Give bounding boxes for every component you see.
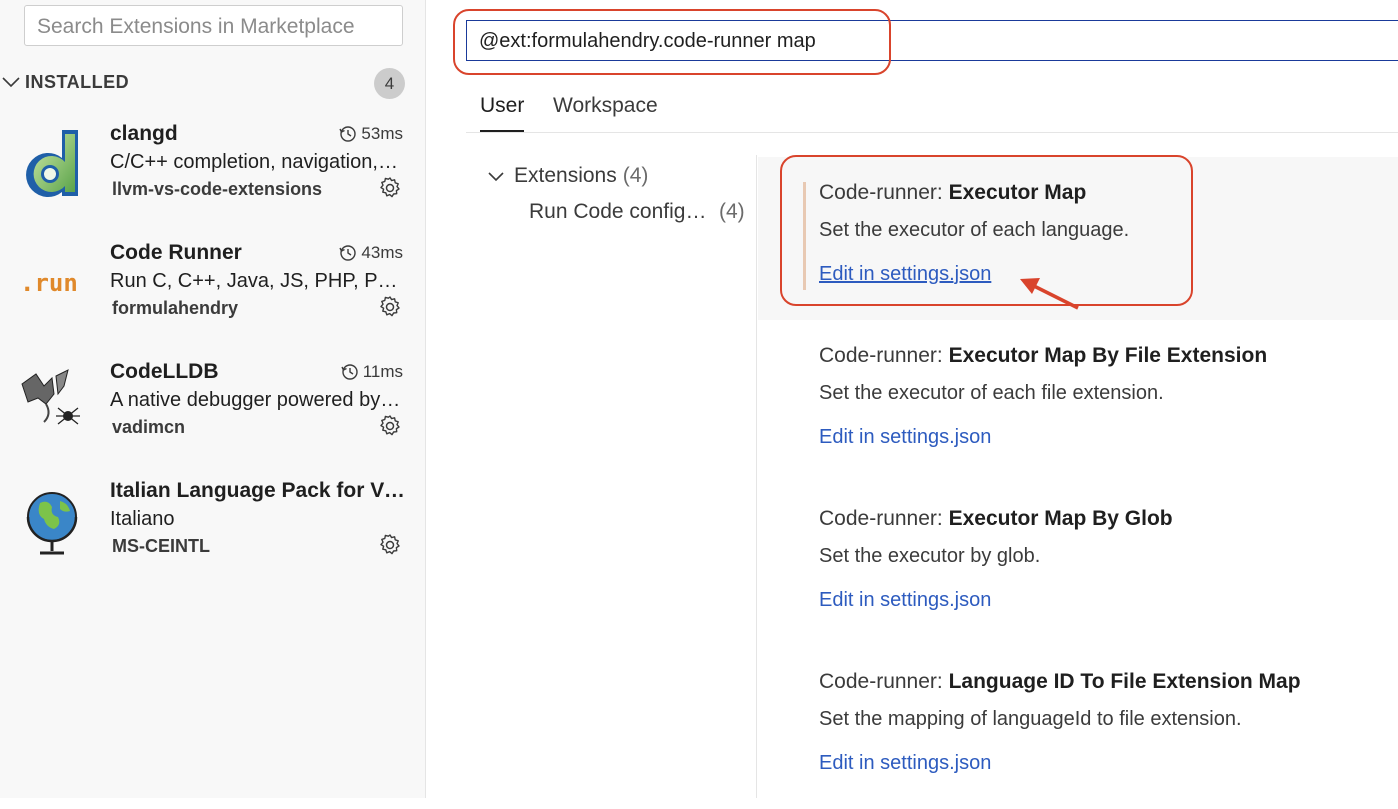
- extension-item-clangd[interactable]: clangd 53ms C/C++ completion, navigation…: [0, 120, 425, 230]
- activation-time-value: 43ms: [361, 243, 403, 262]
- edit-in-settings-json-link[interactable]: Edit in settings.json: [819, 589, 991, 612]
- settings-search-input[interactable]: @ext:formulahendry.code-runner map: [466, 20, 1398, 61]
- extension-publisher[interactable]: llvm-vs-code-extensions: [112, 179, 322, 200]
- extension-item-code-runner[interactable]: .run Code Runner 43ms Run C, C++, Java, …: [0, 239, 425, 349]
- toc-item-extensions[interactable]: Extensions (4): [486, 164, 648, 188]
- gear-icon[interactable]: [378, 533, 402, 557]
- setting-description: Set the executor of each language.: [819, 219, 1130, 241]
- activation-time: 43ms: [339, 243, 403, 263]
- setting-description: Set the mapping of languageId to file ex…: [819, 708, 1242, 730]
- extension-item-codelldb[interactable]: CodeLLDB 11ms A native debugger powered …: [0, 358, 425, 468]
- activation-time-value: 11ms: [362, 362, 403, 381]
- lldb-dragon-icon: [21, 369, 80, 425]
- extension-publisher[interactable]: formulahendry: [112, 298, 238, 319]
- annotation-arrow-icon: [1020, 278, 1079, 310]
- setting-language-id-to-file-extension-map[interactable]: Code-runner: Language ID To File Extensi…: [758, 646, 1398, 809]
- settings-scope-tabs: User Workspace: [466, 86, 1398, 133]
- extension-description: Run C, C++, Java, JS, PHP, Python, Perl,…: [110, 270, 402, 292]
- toc-sub-count: (4): [719, 200, 745, 223]
- chevron-down-icon: [488, 172, 504, 182]
- gear-icon[interactable]: [378, 414, 402, 438]
- history-icon: [341, 364, 358, 380]
- svg-text:.run: .run: [20, 269, 78, 297]
- installed-section-header[interactable]: INSTALLED 4: [0, 68, 425, 99]
- edit-in-settings-json-link[interactable]: Edit in settings.json: [819, 263, 991, 286]
- activation-time: 11ms: [341, 362, 403, 382]
- extension-description: Italiano: [110, 508, 175, 530]
- toc-group-count: (4): [622, 164, 649, 187]
- clangd-logo-icon: [26, 130, 78, 197]
- setting-title: Code-runner: Executor Map By Glob: [819, 507, 1173, 530]
- activation-time: 53ms: [339, 124, 403, 144]
- history-icon: [339, 245, 357, 261]
- globe-icon: [26, 492, 78, 555]
- edit-in-settings-json-link[interactable]: Edit in settings.json: [819, 426, 991, 449]
- focus-indicator-bar: [803, 182, 806, 290]
- setting-title: Code-runner: Executor Map: [819, 181, 1087, 204]
- setting-executor-map-by-file-extension[interactable]: Code-runner: Executor Map By File Extens…: [758, 320, 1398, 483]
- extension-publisher[interactable]: vadimcn: [112, 417, 185, 438]
- extension-name: Italian Language Pack for Visual Studio …: [110, 479, 406, 502]
- edit-in-settings-json-link[interactable]: Edit in settings.json: [819, 752, 991, 775]
- setting-description: Set the executor of each file extension.: [819, 382, 1164, 404]
- settings-editor: @ext:formulahendry.code-runner map User …: [426, 0, 1398, 798]
- gear-icon[interactable]: [378, 295, 402, 319]
- setting-description: Set the executor by glob.: [819, 545, 1041, 567]
- toc-sub-label: Run Code configuration: [529, 200, 713, 223]
- toc-group-label: Extensions: [514, 164, 617, 187]
- chevron-down-icon: [2, 77, 20, 88]
- toc-item-run-code-configuration[interactable]: Run Code configuration (4): [529, 200, 755, 224]
- extensions-search-input[interactable]: Search Extensions in Marketplace: [24, 5, 403, 46]
- tab-user[interactable]: User: [480, 94, 525, 132]
- extensions-sidebar: Search Extensions in Marketplace INSTALL…: [0, 0, 426, 798]
- installed-section-label: INSTALLED: [25, 72, 130, 92]
- extension-publisher[interactable]: MS-CEINTL: [112, 536, 210, 557]
- setting-executor-map-by-glob[interactable]: Code-runner: Executor Map By Glob Set th…: [758, 483, 1398, 646]
- extension-description: C/C++ completion, navigation, and insigh…: [110, 151, 402, 173]
- activation-time-value: 53ms: [361, 124, 403, 143]
- tab-workspace[interactable]: Workspace: [553, 94, 658, 130]
- history-icon: [339, 126, 357, 142]
- installed-count-badge: 4: [374, 68, 405, 99]
- toc-divider: [756, 155, 757, 798]
- run-logo-icon: .run: [20, 269, 78, 297]
- gear-icon[interactable]: [378, 176, 402, 200]
- extension-description: A native debugger powered by LLDB: [110, 389, 402, 411]
- setting-title: Code-runner: Executor Map By File Extens…: [819, 344, 1268, 367]
- extension-item-italian-language-pack[interactable]: Italian Language Pack for Visual Studio …: [0, 477, 425, 587]
- setting-title: Code-runner: Language ID To File Extensi…: [819, 670, 1301, 693]
